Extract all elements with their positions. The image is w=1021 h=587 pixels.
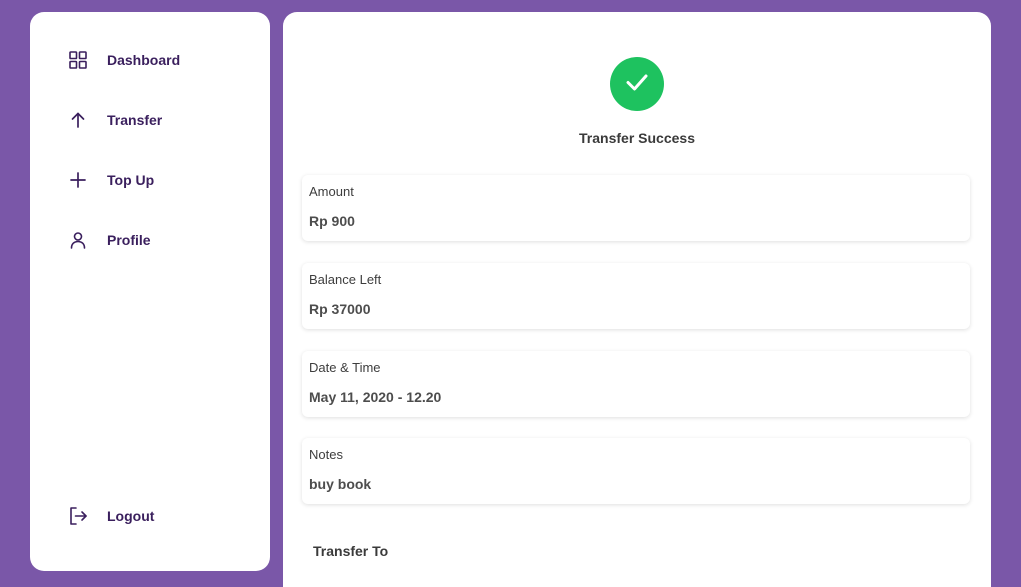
sidebar-item-transfer[interactable]: Transfer [66,108,162,132]
plus-icon [66,168,90,192]
user-icon [66,228,90,252]
sidebar: Dashboard Transfer Top Up Profile Logout [30,12,270,571]
arrow-up-icon [66,108,90,132]
sidebar-item-dashboard[interactable]: Dashboard [66,48,180,72]
detail-card-notes: Notes buy book [302,438,970,504]
detail-card-datetime: Date & Time May 11, 2020 - 12.20 [302,351,970,417]
logout-icon [66,504,90,528]
sidebar-item-label: Transfer [107,112,163,128]
detail-value: May 11, 2020 - 12.20 [309,389,442,405]
success-badge [610,57,664,111]
detail-value: Rp 37000 [309,301,371,317]
detail-label: Date & Time [309,360,381,375]
logout-label: Logout [107,508,155,524]
page-title: Transfer Success [579,130,695,146]
main-panel: Transfer Success Amount Rp 900 Balance L… [283,12,991,587]
sidebar-item-profile[interactable]: Profile [66,228,151,252]
detail-card-amount: Amount Rp 900 [302,175,970,241]
sidebar-item-topup[interactable]: Top Up [66,168,154,192]
grid-icon [66,48,90,72]
detail-label: Notes [309,447,343,462]
detail-value: buy book [309,476,372,492]
sidebar-item-label: Profile [107,232,151,248]
detail-value: Rp 900 [309,213,355,229]
logout-button[interactable]: Logout [66,504,154,528]
detail-label: Balance Left [309,272,382,287]
check-icon [623,68,651,101]
sidebar-item-label: Top Up [107,172,155,188]
detail-card-balance: Balance Left Rp 37000 [302,263,970,329]
transfer-to-heading: Transfer To [313,543,389,559]
detail-label: Amount [309,184,354,199]
sidebar-item-label: Dashboard [107,52,181,68]
